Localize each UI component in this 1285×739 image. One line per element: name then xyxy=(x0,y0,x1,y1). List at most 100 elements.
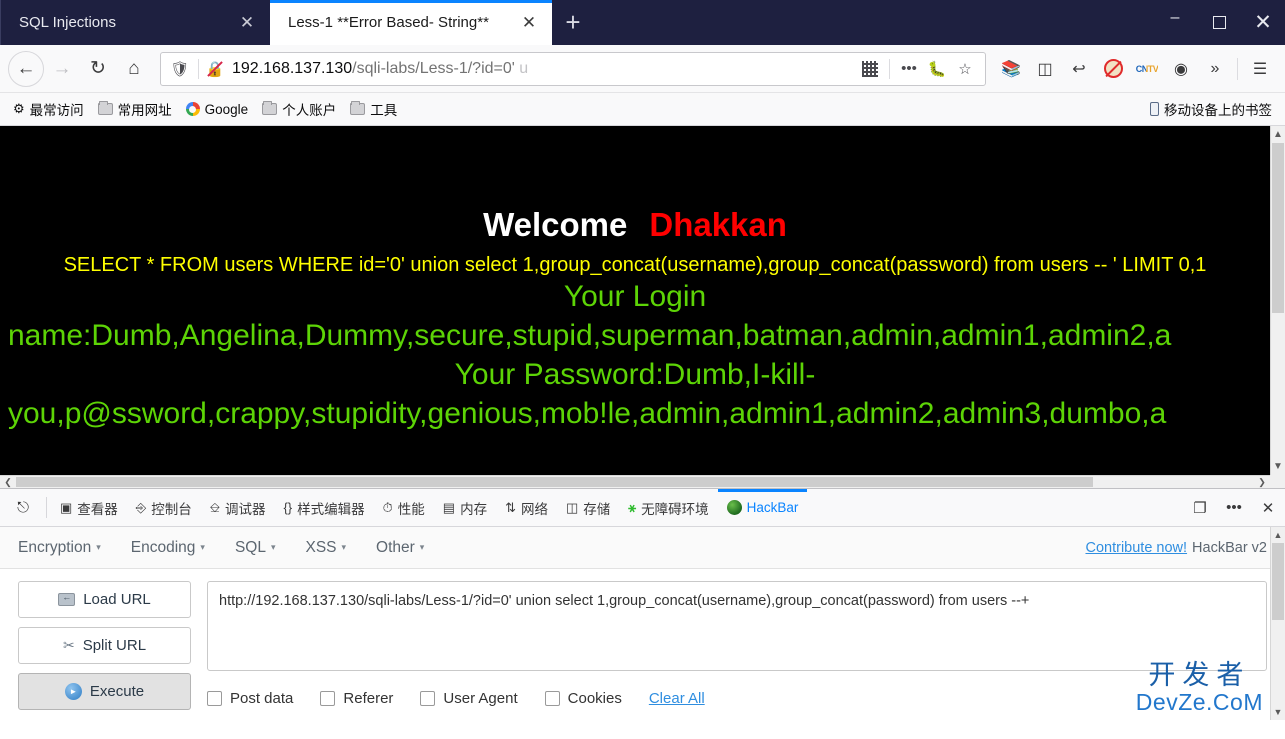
broken-lock-icon[interactable]: 🔒 xyxy=(204,60,226,78)
user-agent-checkbox[interactable]: User Agent xyxy=(420,690,517,707)
checkbox-label: User Agent xyxy=(443,690,517,707)
execute-icon: ► xyxy=(65,683,82,700)
scroll-right-icon[interactable]: ❯ xyxy=(1254,477,1270,488)
devtools-tab-inspector[interactable]: ▣ 查看器 xyxy=(51,489,127,526)
hackbar-menu-other[interactable]: Other▾ xyxy=(376,539,424,557)
hackbar-vertical-scrollbar[interactable]: ▲ ▼ xyxy=(1270,527,1285,720)
tab-close-icon[interactable]: ✕ xyxy=(516,10,542,36)
scroll-down-icon[interactable]: ▼ xyxy=(1271,458,1285,475)
page-vertical-scrollbar[interactable]: ▲ ▼ xyxy=(1270,126,1285,475)
undo-close-tab-icon[interactable]: ↩ xyxy=(1062,52,1096,86)
bookmark-common-sites[interactable]: 常用网址 xyxy=(91,96,179,122)
load-url-icon xyxy=(58,593,75,606)
devtools-tab-console[interactable]: ⎆ 控制台 xyxy=(127,489,201,526)
home-button[interactable]: ⌂ xyxy=(116,51,152,87)
reload-button[interactable]: ↻ xyxy=(80,51,116,87)
devtools-panel: ⎋ ▣ 查看器 ⎆ 控制台 ⎒ 调试器 {} 样式编辑器 ⏱ 性能 ▤ 内存 ⇅… xyxy=(0,488,1285,720)
scroll-thumb[interactable] xyxy=(16,477,1093,487)
title-bar: SQL Injections ✕ Less-1 **Error Based- S… xyxy=(0,0,1285,45)
element-picker-icon[interactable]: ⎋ xyxy=(4,489,42,526)
chevron-down-icon: ▾ xyxy=(200,542,205,552)
scroll-track[interactable] xyxy=(1271,143,1285,458)
bookmark-google[interactable]: Google xyxy=(179,99,256,120)
bookmark-tools[interactable]: 工具 xyxy=(343,96,404,122)
cntv-extension-icon[interactable]: CNTV xyxy=(1130,52,1164,86)
hackbar-menu-sql[interactable]: SQL▾ xyxy=(235,539,276,557)
bookmark-most-visited[interactable]: ⚙ 最常访问 xyxy=(6,96,91,122)
adblock-icon[interactable] xyxy=(1096,52,1130,86)
devtools-options-icon[interactable]: ••• xyxy=(1217,499,1251,516)
post-data-checkbox[interactable]: Post data xyxy=(207,690,293,707)
devtools-tab-hackbar[interactable]: HackBar xyxy=(718,489,808,526)
scroll-up-icon[interactable]: ▲ xyxy=(1271,527,1285,543)
forward-button[interactable]: → xyxy=(44,51,80,87)
account-icon[interactable]: ◉ xyxy=(1164,52,1198,86)
bookmark-label: Google xyxy=(205,102,249,117)
scroll-down-icon[interactable]: ▼ xyxy=(1271,704,1285,720)
page-actions-icon[interactable]: ••• xyxy=(895,55,923,83)
address-bar[interactable]: 🛡 🔒 192.168.137.130/sqli-labs/Less-1/?id… xyxy=(160,52,986,86)
performance-icon: ⏱ xyxy=(383,500,393,516)
bookmark-mobile-bookmarks[interactable]: 移动设备上的书签 xyxy=(1143,96,1279,122)
app-menu-icon[interactable]: ☰ xyxy=(1243,52,1277,86)
shield-icon[interactable]: 🛡 xyxy=(167,60,193,78)
hackbar-menu-encryption[interactable]: Encryption ▾ xyxy=(18,539,101,557)
hackbar-menu-xss[interactable]: XSS▾ xyxy=(305,539,346,557)
split-url-button[interactable]: ✂ Split URL xyxy=(18,627,191,664)
library-icon[interactable]: 📚 xyxy=(994,52,1028,86)
window-close-button[interactable]: ✕ xyxy=(1241,0,1285,45)
clear-all-link[interactable]: Clear All xyxy=(649,690,705,707)
window-minimize-button[interactable]: – xyxy=(1153,0,1197,45)
responsive-design-mode-icon[interactable]: ❐ xyxy=(1183,499,1217,517)
menu-label: Encryption xyxy=(18,539,91,556)
chevron-down-icon: ▾ xyxy=(420,542,425,552)
browser-tab-sql-injections[interactable]: SQL Injections ✕ xyxy=(0,0,270,45)
scroll-up-icon[interactable]: ▲ xyxy=(1271,126,1285,143)
your-login-label: Your Login xyxy=(0,277,1270,316)
scroll-thumb[interactable] xyxy=(1272,143,1284,313)
tab-strip: SQL Injections ✕ Less-1 **Error Based- S… xyxy=(0,0,1153,45)
browser-tab-less-1[interactable]: Less-1 **Error Based- String** ✕ xyxy=(270,0,552,45)
overflow-icon[interactable]: » xyxy=(1198,52,1232,86)
bookmark-star-icon[interactable]: ☆ xyxy=(951,55,979,83)
tab-label: 内存 xyxy=(460,498,487,518)
contribute-link[interactable]: Contribute now! xyxy=(1085,540,1187,556)
hackbar-menu-encoding[interactable]: Encoding▾ xyxy=(131,539,205,557)
devtools-tab-network[interactable]: ⇅ 网络 xyxy=(496,489,557,526)
scroll-left-icon[interactable]: ❮ xyxy=(0,477,16,488)
devtools-tab-style-editor[interactable]: {} 样式编辑器 xyxy=(274,489,373,526)
load-url-button[interactable]: Load URL xyxy=(18,581,191,618)
devtools-tab-performance[interactable]: ⏱ 性能 xyxy=(374,489,434,526)
scroll-thumb[interactable] xyxy=(1272,543,1284,620)
referer-checkbox[interactable]: Referer xyxy=(320,690,393,707)
devtools-tab-memory[interactable]: ▤ 内存 xyxy=(434,489,496,526)
devtools-tab-debugger[interactable]: ⎒ 调试器 xyxy=(201,489,275,526)
toolbar-icons: 📚 ◫ ↩ CNTV ◉ » ☰ xyxy=(994,52,1277,86)
devtools-close-icon[interactable]: ✕ xyxy=(1251,499,1285,517)
checkbox-box[interactable] xyxy=(545,691,560,706)
execute-button[interactable]: ► Execute xyxy=(18,673,191,710)
window-maximize-button[interactable] xyxy=(1197,0,1241,45)
new-tab-button[interactable]: + xyxy=(552,0,594,45)
devtools-tab-storage[interactable]: ◫ 存储 xyxy=(557,489,619,526)
button-label: Execute xyxy=(90,683,144,700)
bookmark-label: 工具 xyxy=(370,99,397,119)
url-text: 192.168.137.130/sqli-labs/Less-1/?id=0' … xyxy=(226,60,856,78)
checkbox-box[interactable] xyxy=(207,691,222,706)
url-input[interactable]: http://192.168.137.130/sqli-labs/Less-1/… xyxy=(207,581,1267,671)
devtools-tab-accessibility[interactable]: ⚹ 无障碍环境 xyxy=(619,489,717,526)
checkbox-box[interactable] xyxy=(320,691,335,706)
chevron-down-icon: ▾ xyxy=(96,542,101,552)
back-button[interactable]: ← xyxy=(8,51,44,87)
sidebar-icon[interactable]: ◫ xyxy=(1028,52,1062,86)
tab-close-icon[interactable]: ✕ xyxy=(234,10,260,36)
cookies-checkbox[interactable]: Cookies xyxy=(545,690,622,707)
qr-code-icon[interactable] xyxy=(856,55,884,83)
checkbox-box[interactable] xyxy=(420,691,435,706)
url-domain: 192.168.137.130 xyxy=(232,60,352,77)
bookmark-personal-accounts[interactable]: 个人账户 xyxy=(255,96,343,122)
scroll-track[interactable] xyxy=(16,476,1254,488)
bug-icon[interactable]: 🐛 xyxy=(923,55,951,83)
page-horizontal-scrollbar[interactable]: ❮ ❯ xyxy=(0,475,1270,488)
scroll-track[interactable] xyxy=(1271,543,1285,704)
